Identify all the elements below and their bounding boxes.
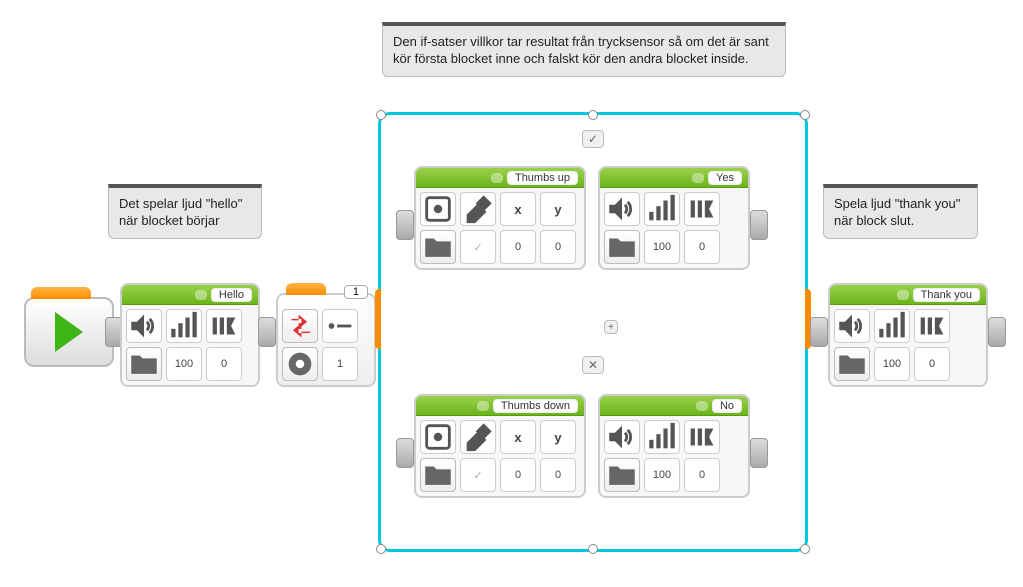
volume-icon: [644, 420, 680, 454]
y-value[interactable]: 0: [540, 458, 576, 492]
volume-value[interactable]: 100: [874, 347, 910, 381]
switch-mode-button[interactable]: [282, 309, 318, 343]
sound-file-label: Yes: [708, 171, 742, 185]
play-type-icon: [206, 309, 242, 343]
speaker-icon: [126, 309, 162, 343]
resize-handle[interactable]: [800, 544, 810, 554]
play-type-value[interactable]: 0: [914, 347, 950, 381]
image-file-label: Thumbs up: [507, 171, 578, 185]
play-type-value[interactable]: 0: [206, 347, 242, 381]
sound-block-thankyou[interactable]: Thank you 100 0: [828, 283, 988, 387]
folder-button[interactable]: [420, 458, 456, 492]
y-value[interactable]: 0: [540, 230, 576, 264]
resize-handle[interactable]: [588, 110, 598, 120]
comment-right: Spela ljud "thank you" när block slut.: [823, 184, 978, 239]
case-true-tab[interactable]: ✓: [582, 130, 604, 148]
switch-sensor-block[interactable]: 1 1: [276, 293, 376, 387]
play-type-value[interactable]: 0: [684, 230, 720, 264]
sound-file-label: Hello: [211, 288, 252, 302]
play-icon: [55, 312, 83, 352]
display-block-thumbs-down[interactable]: Thumbs down x y ✓ 0 0: [414, 394, 586, 498]
block-header: No: [600, 396, 748, 416]
image-file-label: Thumbs down: [493, 399, 578, 413]
y-label: y: [540, 192, 576, 226]
case-false-tab[interactable]: ✕: [582, 356, 604, 374]
connector: [750, 210, 768, 240]
y-label: y: [540, 420, 576, 454]
sound-block-no[interactable]: No 100 0: [598, 394, 750, 498]
folder-button[interactable]: [834, 347, 870, 381]
x-value[interactable]: 0: [500, 458, 536, 492]
comment-left: Det spelar ljud "hello" när blocket börj…: [108, 184, 262, 239]
speaker-icon: [834, 309, 870, 343]
volume-icon: [166, 309, 202, 343]
volume-value[interactable]: 100: [166, 347, 202, 381]
play-type-icon: [684, 420, 720, 454]
resize-handle[interactable]: [376, 544, 386, 554]
display-icon: [420, 420, 456, 454]
connector-end: [988, 317, 1006, 347]
connector: [396, 438, 414, 468]
clear-icon: [460, 420, 496, 454]
volume-icon: [874, 309, 910, 343]
connector: [396, 210, 414, 240]
x-label: x: [500, 192, 536, 226]
block-header: Thank you: [830, 285, 986, 305]
connector: [750, 438, 768, 468]
speaker-icon: [604, 192, 640, 226]
folder-button[interactable]: [126, 347, 162, 381]
play-type-icon: [684, 192, 720, 226]
add-case-tab[interactable]: +: [604, 320, 618, 334]
block-header: Thumbs down: [416, 396, 584, 416]
sound-block-hello[interactable]: Hello 100 0: [120, 283, 260, 387]
connector: [810, 317, 828, 347]
start-block[interactable]: [24, 297, 114, 367]
clear-value[interactable]: ✓: [460, 458, 496, 492]
sound-file-label: No: [712, 399, 742, 413]
volume-value[interactable]: 100: [644, 230, 680, 264]
x-value[interactable]: 0: [500, 230, 536, 264]
resize-handle[interactable]: [588, 544, 598, 554]
sensor-type-button[interactable]: [282, 347, 318, 381]
clear-value[interactable]: ✓: [460, 230, 496, 264]
connector: [258, 317, 276, 347]
port-label[interactable]: 1: [344, 285, 368, 299]
folder-button[interactable]: [420, 230, 456, 264]
sound-file-label: Thank you: [913, 288, 980, 302]
display-block-thumbs-up[interactable]: Thumbs up x y ✓ 0 0: [414, 166, 586, 270]
play-type-value[interactable]: 0: [684, 458, 720, 492]
volume-icon: [644, 192, 680, 226]
folder-button[interactable]: [604, 230, 640, 264]
block-header: Yes: [600, 168, 748, 188]
play-type-icon: [914, 309, 950, 343]
resize-handle[interactable]: [376, 110, 386, 120]
speaker-icon: [604, 420, 640, 454]
cross-icon: ✕: [588, 358, 598, 372]
resize-handle[interactable]: [800, 110, 810, 120]
x-label: x: [500, 420, 536, 454]
volume-value[interactable]: 100: [644, 458, 680, 492]
sensor-state-value[interactable]: 1: [322, 347, 358, 381]
compare-icon: [322, 309, 358, 343]
block-header: Thumbs up: [416, 168, 584, 188]
comment-top: Den if-satser villkor tar resultat från …: [382, 22, 786, 77]
check-icon: ✓: [588, 132, 598, 146]
sound-block-yes[interactable]: Yes 100 0: [598, 166, 750, 270]
block-header: Hello: [122, 285, 258, 305]
display-icon: [420, 192, 456, 226]
clear-icon: [460, 192, 496, 226]
folder-button[interactable]: [604, 458, 640, 492]
